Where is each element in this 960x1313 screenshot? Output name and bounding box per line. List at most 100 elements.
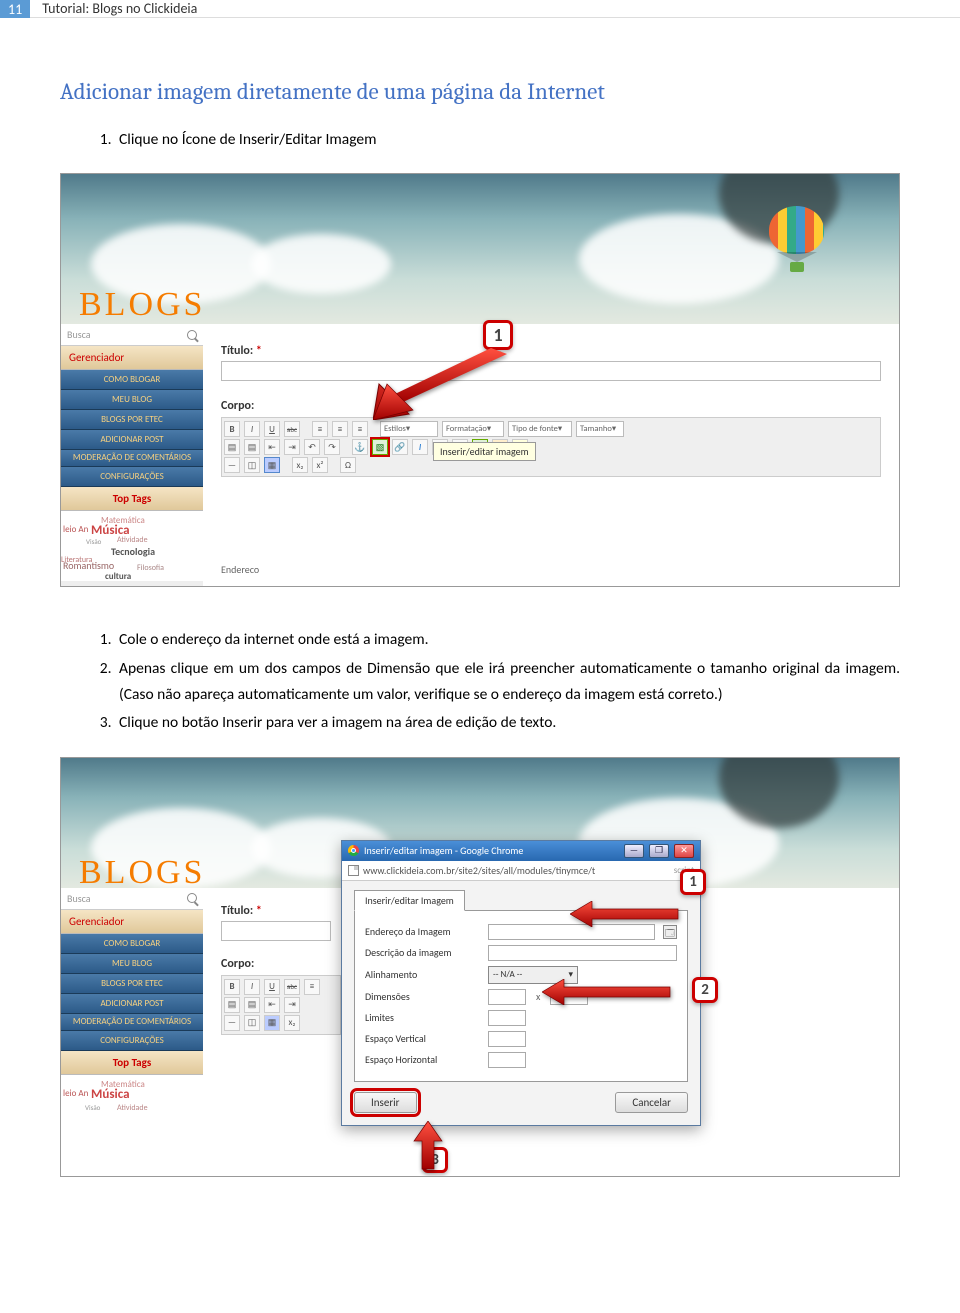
eraser-button-2[interactable]: ◫ — [244, 1015, 260, 1031]
sidebar-top-tags-2[interactable]: Top Tags — [61, 1051, 203, 1075]
tag-musica-2[interactable]: Música — [91, 1087, 130, 1102]
sup-button[interactable]: x² — [312, 457, 328, 473]
styles-select[interactable]: Estilos▾ — [380, 421, 438, 437]
tag-meio-2[interactable]: leio An — [63, 1088, 88, 1099]
sidebar-item-config[interactable]: CONFIGURAÇÕES — [61, 467, 203, 487]
outdent-button[interactable]: ⇤ — [264, 439, 280, 455]
redo-button[interactable]: ↷ — [324, 439, 340, 455]
underline-button-2[interactable]: U — [264, 979, 280, 995]
search-placeholder: Busca — [67, 328, 187, 341]
font-select[interactable]: Tipo de fonte▾ — [508, 421, 572, 437]
input-descricao[interactable] — [488, 945, 677, 961]
browse-button[interactable]: 🗔 — [663, 925, 677, 939]
tag-tecnologia[interactable]: Tecnologia — [111, 545, 155, 558]
eraser-button[interactable]: ◫ — [244, 457, 260, 473]
omega-button[interactable]: Ω — [340, 457, 356, 473]
sidebar-item-adicionar-post[interactable]: ADICIONAR POST — [61, 430, 203, 450]
hr-button-2[interactable]: — — [224, 1015, 240, 1031]
step-list-1: Clique no Ícone de Inserir/Editar Imagem — [60, 127, 900, 153]
strike-button[interactable]: abc — [284, 421, 300, 437]
sidebar: Busca Gerenciador COMO BLOGAR MEU BLOG B… — [61, 324, 203, 586]
titulo-input[interactable] — [221, 361, 881, 381]
label-dimensoes: Dimensões — [365, 990, 480, 1003]
sidebar-top-tags[interactable]: Top Tags — [61, 487, 203, 511]
sidebar-item-adicionar-post-2[interactable]: ADICIONAR POST — [61, 994, 203, 1014]
sidebar-item-blogs-por-etec[interactable]: BLOGS POR ETEC — [61, 410, 203, 430]
tag-meio[interactable]: leio An — [63, 524, 88, 535]
close-button[interactable]: ✕ — [674, 844, 694, 858]
italic-button-2[interactable]: I — [244, 979, 260, 995]
sidebar-item-como-blogar[interactable]: COMO BLOGAR — [61, 370, 203, 390]
bold-button-2[interactable]: B — [224, 979, 240, 995]
insert-image-dialog: Inserir/editar imagem - Google Chrome — … — [341, 840, 701, 1126]
tag-cloud-2: Matemática Música leio An Visão Atividad… — [61, 1075, 203, 1121]
sub-button-2[interactable]: x₂ — [284, 1015, 300, 1031]
format-select[interactable]: Formatação▾ — [442, 421, 504, 437]
sidebar-item-meu-blog-2[interactable]: MEU BLOG — [61, 954, 203, 974]
hr-button[interactable]: — — [224, 457, 240, 473]
dialog-url: www.clickideia.com.br/site2/sites/all/mo… — [363, 864, 595, 877]
bold-button[interactable]: B — [224, 421, 240, 437]
outdent-button-2[interactable]: ⇤ — [264, 997, 280, 1013]
input-espv[interactable] — [488, 1031, 526, 1047]
indent-button-2[interactable]: ⇥ — [284, 997, 300, 1013]
sidebar-item-meu-blog[interactable]: MEU BLOG — [61, 390, 203, 410]
tag-atividade-2[interactable]: Atividade — [117, 1103, 148, 1113]
ol-button-2[interactable]: ▤ — [244, 997, 260, 1013]
tooltip-insert-image: Inserir/editar imagem — [433, 442, 536, 461]
figure-2: BLOGS Busca Gerenciador COMO BLOGAR MEU … — [60, 757, 900, 1177]
align-center-button[interactable]: ≡ — [332, 421, 348, 437]
italic-button[interactable]: I — [244, 421, 260, 437]
tag-visao-2[interactable]: Visão — [85, 1103, 100, 1112]
sidebar-item-moderacao[interactable]: MODERAÇÃO DE COMENTÁRIOS — [61, 450, 203, 467]
table-button-2[interactable]: ▦ — [264, 1015, 280, 1031]
indent-button[interactable]: ⇥ — [284, 439, 300, 455]
sidebar-item-moderacao-2[interactable]: MODERAÇÃO DE COMENTÁRIOS — [61, 1014, 203, 1031]
sidebar-item-blogs-por-etec-2[interactable]: BLOGS POR ETEC — [61, 974, 203, 994]
sidebar-gerenciador-2[interactable]: Gerenciador — [61, 910, 203, 934]
label-esph: Espaço Horizontal — [365, 1053, 480, 1066]
page-header-title: Tutorial: Blogs no Clickideia — [30, 0, 960, 18]
link-button[interactable]: 🔗 — [392, 439, 408, 455]
input-dim-w[interactable] — [488, 989, 526, 1005]
callout-popup-2: 2 — [692, 977, 718, 1003]
titulo-input-2[interactable] — [221, 921, 331, 941]
table-button[interactable]: ▦ — [264, 457, 280, 473]
editor-toolbar-2: B I U abc ≡ ▤ ▤ ⇤ ⇥ — ◫ — [221, 975, 341, 1035]
align-right-button[interactable]: ≡ — [352, 421, 368, 437]
sidebar-2: Busca Gerenciador COMO BLOGAR MEU BLOG B… — [61, 888, 203, 1121]
ital-button[interactable]: I — [412, 439, 428, 455]
tag-atividade[interactable]: Atividade — [117, 535, 148, 545]
underline-button[interactable]: U — [264, 421, 280, 437]
tag-visao[interactable]: Visão — [86, 537, 101, 546]
ul-button-2[interactable]: ▤ — [224, 997, 240, 1013]
tag-filosofia[interactable]: Filosofia — [137, 563, 164, 573]
sidebar-gerenciador[interactable]: Gerenciador — [61, 346, 203, 370]
sidebar-item-como-blogar-2[interactable]: COMO BLOGAR — [61, 934, 203, 954]
minimize-button[interactable]: — — [624, 844, 644, 858]
search-input[interactable]: Busca — [61, 324, 203, 346]
label-endereco: Endereço da Imagem — [365, 925, 480, 938]
insert-image-button[interactable]: ▧ — [372, 439, 388, 455]
cancelar-button[interactable]: Cancelar — [615, 1092, 688, 1113]
undo-button[interactable]: ↶ — [304, 439, 320, 455]
dialog-titlebar: Inserir/editar imagem - Google Chrome — … — [342, 841, 700, 861]
input-limites[interactable] — [488, 1010, 526, 1026]
sidebar-item-config-2[interactable]: CONFIGURAÇÕES — [61, 1031, 203, 1051]
input-esph[interactable] — [488, 1052, 526, 1068]
align-button-2[interactable]: ≡ — [304, 979, 320, 995]
ol-button[interactable]: ▤ — [244, 439, 260, 455]
ul-button[interactable]: ▤ — [224, 439, 240, 455]
dialog-tab[interactable]: Inserir/editar Imagem — [354, 890, 465, 911]
sub-button[interactable]: x₂ — [292, 457, 308, 473]
inserir-button[interactable]: Inserir — [354, 1092, 417, 1113]
corpo-label: Corpo: — [221, 399, 881, 413]
tag-cultura[interactable]: cultura — [105, 571, 131, 582]
size-select[interactable]: Tamanho▾ — [576, 421, 624, 437]
anchor-button[interactable]: ⚓ — [352, 439, 368, 455]
search-input-2[interactable]: Busca — [61, 888, 203, 910]
page-number: 11 — [0, 0, 30, 18]
maximize-button[interactable]: ❐ — [649, 844, 669, 858]
strike-button-2[interactable]: abc — [284, 979, 300, 995]
align-left-button[interactable]: ≡ — [312, 421, 328, 437]
